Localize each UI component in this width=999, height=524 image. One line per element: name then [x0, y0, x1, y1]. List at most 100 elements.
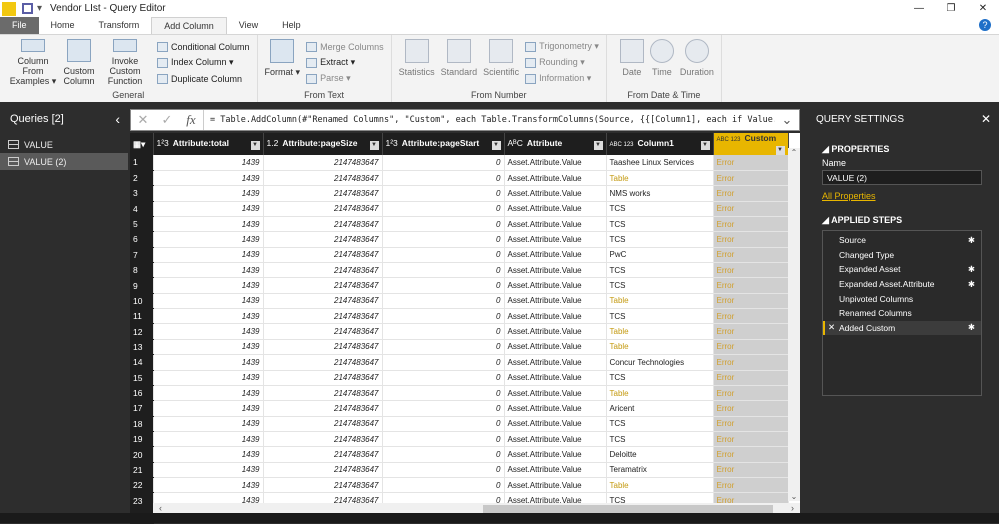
help-icon[interactable]: ?	[979, 19, 991, 31]
applied-step[interactable]: Unpivoted Columns	[823, 291, 981, 306]
cell-custom[interactable]: Error	[713, 293, 789, 310]
query-name-input[interactable]: VALUE (2)	[822, 170, 982, 185]
cell-column1[interactable]: Table	[606, 339, 714, 356]
rounding-button[interactable]: Rounding ▾	[525, 56, 599, 69]
cell-custom[interactable]: Error	[713, 323, 789, 340]
column-header-attribute[interactable]: AᴮC Attribute ▼	[504, 133, 607, 155]
restore-button[interactable]: ❐	[935, 3, 967, 14]
commit-formula-button[interactable]: ✓	[155, 112, 179, 128]
gear-icon[interactable]: ✱	[968, 279, 975, 290]
cell-custom[interactable]: Error	[713, 385, 789, 402]
column-header-custom[interactable]: ABC 123 Custom ▼	[713, 133, 789, 155]
tab-file[interactable]: File	[0, 17, 39, 34]
duplicate-column-button[interactable]: Duplicate Column	[157, 72, 250, 85]
column-header-column1[interactable]: ABC 123 Column1 ▼	[606, 133, 714, 155]
filter-dropdown-icon[interactable]: ▼	[250, 141, 260, 150]
format-button[interactable]: Format ▾	[262, 37, 304, 88]
filter-dropdown-icon[interactable]: ▼	[369, 141, 379, 150]
gear-icon[interactable]: ✱	[968, 322, 975, 333]
gear-icon[interactable]: ✱	[968, 264, 975, 275]
cell-custom[interactable]: Error	[713, 462, 789, 479]
delete-step-icon[interactable]: ✕	[828, 322, 835, 333]
trigonometry-button[interactable]: Trigonometry ▾	[525, 40, 599, 53]
parse-button[interactable]: Parse ▾	[306, 72, 384, 85]
column-header-attribute-pagesize[interactable]: 1.2 Attribute:pageSize ▼	[263, 133, 383, 155]
applied-step[interactable]: ✕ Added Custom ✱	[823, 320, 981, 336]
all-properties-link[interactable]: All Properties	[822, 191, 989, 201]
cell-custom[interactable]: Error	[713, 155, 789, 171]
conditional-column-button[interactable]: Conditional Column	[157, 40, 250, 53]
cell-custom[interactable]: Error	[713, 477, 789, 494]
cell-custom[interactable]: Error	[713, 262, 789, 279]
tab-help[interactable]: Help	[270, 17, 313, 34]
cell-column1[interactable]: Table	[606, 323, 714, 340]
query-item-value-2[interactable]: VALUE (2)	[0, 153, 128, 170]
cell-custom[interactable]: Error	[713, 446, 789, 463]
filter-dropdown-icon[interactable]: ▼	[775, 146, 785, 155]
quick-access-dropdown-icon[interactable]: ▾	[37, 3, 42, 14]
applied-step[interactable]: Changed Type	[823, 248, 981, 263]
cell-custom[interactable]: Error	[713, 354, 789, 371]
invoke-custom-function-button[interactable]: Invoke Custom Function	[96, 37, 154, 88]
standard-button[interactable]: Standard	[438, 37, 481, 88]
fx-icon[interactable]: fx	[179, 112, 203, 128]
vertical-scrollbar[interactable]: ⌃ ⌄	[788, 148, 800, 501]
cancel-formula-button[interactable]: ✕	[131, 112, 155, 128]
applied-step[interactable]: Expanded Asset ✱	[823, 262, 981, 277]
collapse-queries-button[interactable]: ‹	[115, 111, 120, 127]
cell-custom[interactable]: Error	[713, 201, 789, 217]
query-item-value[interactable]: VALUE	[0, 136, 128, 153]
column-from-examples-button[interactable]: Column From Examples ▾	[4, 37, 62, 88]
save-icon[interactable]	[22, 3, 33, 14]
date-button[interactable]: Date	[617, 37, 647, 88]
scientific-button[interactable]: Scientific	[480, 37, 522, 88]
cell-custom[interactable]: Error	[713, 170, 789, 187]
statistics-button[interactable]: Statistics	[396, 37, 438, 88]
duration-button[interactable]: Duration	[677, 37, 717, 88]
gear-icon[interactable]: ✱	[968, 235, 975, 246]
close-button[interactable]: ✕	[967, 3, 999, 14]
custom-column-button[interactable]: Custom Column	[62, 37, 96, 88]
formula-bar: ✕ ✓ fx = Table.AddColumn(#"Renamed Colum…	[130, 109, 800, 131]
cell-pagesize: 2147483647	[263, 370, 383, 386]
cell-column1[interactable]: Table	[606, 477, 714, 494]
filter-dropdown-icon[interactable]: ▼	[593, 141, 603, 150]
column-header-attribute-pagestart[interactable]: 1²3 Attribute:pageStart ▼	[382, 133, 505, 155]
cell-custom[interactable]: Error	[713, 308, 789, 325]
tab-transform[interactable]: Transform	[87, 17, 152, 34]
formula-input[interactable]: = Table.AddColumn(#"Renamed Columns", "C…	[203, 110, 775, 130]
select-all-table-icon[interactable]: ▦▾	[130, 133, 154, 155]
tab-view[interactable]: View	[227, 17, 270, 34]
tab-home[interactable]: Home	[39, 17, 87, 34]
information-button[interactable]: Information ▾	[525, 72, 599, 85]
applied-step[interactable]: Source ✱	[823, 233, 981, 248]
cell-custom[interactable]: Error	[713, 216, 789, 233]
cell-column1[interactable]: Table	[606, 293, 714, 310]
cell-custom[interactable]: Error	[713, 416, 789, 432]
expand-formula-button[interactable]: ⌄	[775, 112, 799, 128]
close-settings-button[interactable]: ✕	[981, 112, 991, 126]
cell-custom[interactable]: Error	[713, 185, 789, 202]
applied-step[interactable]: Renamed Columns	[823, 306, 981, 321]
column-header-attribute-total[interactable]: 1²3 Attribute:total ▼	[153, 133, 264, 155]
cell-custom[interactable]: Error	[713, 370, 789, 386]
cell-custom[interactable]: Error	[713, 431, 789, 448]
filter-dropdown-icon[interactable]: ▼	[700, 141, 710, 150]
cell-custom[interactable]: Error	[713, 231, 789, 248]
index-column-button[interactable]: Index Column ▾	[157, 56, 250, 69]
cell-custom[interactable]: Error	[713, 277, 789, 294]
tab-add-column[interactable]: Add Column	[151, 17, 227, 34]
cell-attribute: Asset.Attribute.Value	[504, 216, 607, 233]
merge-columns-button[interactable]: Merge Columns	[306, 40, 384, 53]
time-button[interactable]: Time	[647, 37, 677, 88]
cell-column1[interactable]: Table	[606, 170, 714, 187]
filter-dropdown-icon[interactable]: ▼	[491, 141, 501, 150]
cell-custom[interactable]: Error	[713, 400, 789, 417]
cell-custom[interactable]: Error	[713, 339, 789, 356]
extract-button[interactable]: Extract ▾	[306, 56, 384, 69]
cell-column1[interactable]: Table	[606, 385, 714, 402]
minimize-button[interactable]: —	[903, 3, 935, 14]
queries-title: Queries [2]	[10, 113, 64, 125]
applied-step[interactable]: Expanded Asset.Attribute ✱	[823, 277, 981, 292]
cell-custom[interactable]: Error	[713, 247, 789, 264]
